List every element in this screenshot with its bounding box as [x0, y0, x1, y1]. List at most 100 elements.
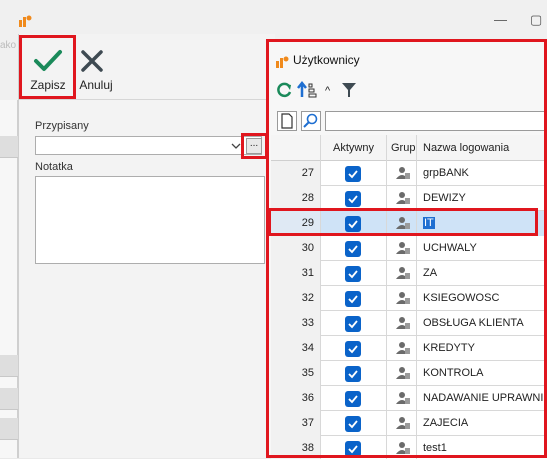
new-document-icon	[281, 113, 293, 129]
group-user-icon	[396, 342, 410, 354]
active-cell	[321, 361, 387, 386]
users-title: Użytkownicy	[293, 53, 360, 67]
group-cell	[387, 186, 417, 211]
row-number: 33	[271, 311, 321, 336]
maximize-icon[interactable]: ▢	[530, 12, 542, 28]
row-number: 32	[271, 286, 321, 311]
login-name-text: test1	[423, 442, 447, 454]
table-row[interactable]: 34 KREDYTY	[271, 336, 547, 361]
group-cell	[387, 361, 417, 386]
checkbox-checked-icon[interactable]	[345, 416, 361, 432]
minimize-icon[interactable]: —	[494, 12, 507, 27]
save-button[interactable]: Zapisz	[21, 44, 75, 96]
header-group[interactable]: Grup	[387, 135, 417, 161]
active-cell	[321, 161, 387, 186]
group-user-icon	[396, 417, 410, 429]
checkbox-checked-icon[interactable]	[345, 241, 361, 257]
search-row	[277, 111, 547, 131]
login-name-cell: ZAJECIA	[417, 411, 547, 436]
header-login-name[interactable]: Nazwa logowania	[417, 135, 547, 161]
group-user-icon	[396, 367, 410, 379]
active-cell	[321, 386, 387, 411]
table-row[interactable]: 38 test1	[271, 436, 547, 459]
table-row[interactable]: 35 KONTROLA	[271, 361, 547, 386]
row-number: 34	[271, 336, 321, 361]
group-cell	[387, 411, 417, 436]
active-cell	[321, 236, 387, 261]
login-name-text: grpBANK	[423, 167, 469, 179]
checkbox-checked-icon[interactable]	[345, 441, 361, 457]
row-number: 38	[271, 436, 321, 459]
search-icon	[303, 113, 318, 128]
row-number: 27	[271, 161, 321, 186]
table-row[interactable]: 29 IT	[271, 211, 547, 236]
save-label: Zapisz	[30, 78, 66, 92]
new-button[interactable]	[277, 111, 297, 131]
header-active[interactable]: Aktywny	[321, 135, 387, 161]
login-name-text: NADAWANIE UPRAWNIEŃ	[423, 392, 547, 404]
table-row[interactable]: 33 OBSŁUGA KLIENTA	[271, 311, 547, 336]
refresh-icon[interactable]	[275, 81, 293, 99]
group-user-icon	[396, 442, 410, 454]
active-cell	[321, 261, 387, 286]
row-number: 28	[271, 186, 321, 211]
table-row[interactable]: 36 NADAWANIE UPRAWNIEŃ	[271, 386, 547, 411]
checkbox-checked-icon[interactable]	[345, 391, 361, 407]
group-user-icon	[396, 267, 410, 279]
search-button[interactable]	[301, 111, 321, 131]
users-logo-icon	[276, 56, 289, 68]
login-name-text: UCHWALY	[423, 242, 477, 254]
faded-window-label: ako	[0, 40, 17, 51]
checkbox-checked-icon[interactable]	[345, 291, 361, 307]
checkbox-checked-icon[interactable]	[345, 216, 361, 232]
login-name-cell: ZA	[417, 261, 547, 286]
group-user-icon	[396, 217, 410, 229]
login-name-cell: grpBANK	[417, 161, 547, 186]
form-toolbar: Zapisz Anuluj	[19, 34, 276, 100]
app-logo-icon	[19, 15, 32, 27]
background-left-panel	[0, 100, 18, 458]
group-cell	[387, 386, 417, 411]
checkbox-checked-icon[interactable]	[345, 366, 361, 382]
checkbox-checked-icon[interactable]	[345, 266, 361, 282]
row-number: 31	[271, 261, 321, 286]
assigned-combo[interactable]	[35, 136, 262, 155]
row-number: 35	[271, 361, 321, 386]
group-user-icon	[396, 292, 410, 304]
table-row[interactable]: 30 UCHWALY	[271, 236, 547, 261]
note-textarea[interactable]	[35, 176, 265, 264]
table-row[interactable]: 28 DEWIZY	[271, 186, 547, 211]
sort-icon[interactable]	[297, 81, 317, 99]
checkbox-checked-icon[interactable]	[345, 316, 361, 332]
assigned-browse-button[interactable]: ...	[246, 138, 262, 154]
background-cell	[0, 355, 18, 377]
filter-icon[interactable]	[341, 81, 357, 99]
row-number: 36	[271, 386, 321, 411]
login-name-cell: IT	[417, 211, 547, 236]
group-cell	[387, 286, 417, 311]
group-cell	[387, 211, 417, 236]
group-cell	[387, 336, 417, 361]
cancel-label: Anuluj	[79, 78, 113, 92]
sort-caret-icon[interactable]: ^	[325, 85, 330, 97]
search-input[interactable]	[325, 111, 547, 131]
table-row[interactable]: 32 KSIEGOWOSC	[271, 286, 547, 311]
cancel-button[interactable]: Anuluj	[69, 44, 123, 96]
login-name-cell: UCHWALY	[417, 236, 547, 261]
table-row[interactable]: 27 grpBANK	[271, 161, 547, 186]
background-cell	[0, 388, 18, 410]
header-rownum	[271, 135, 321, 161]
login-name-text: KREDYTY	[423, 342, 475, 354]
checkbox-checked-icon[interactable]	[345, 341, 361, 357]
table-row[interactable]: 31 ZA	[271, 261, 547, 286]
checkbox-checked-icon[interactable]	[345, 166, 361, 182]
active-cell	[321, 336, 387, 361]
active-cell	[321, 211, 387, 236]
users-grid: Aktywny Grup Nazwa logowania 27 grpBANK 28…	[271, 135, 547, 459]
table-row[interactable]: 37 ZAJECIA	[271, 411, 547, 436]
login-name-cell: KSIEGOWOSC	[417, 286, 547, 311]
group-cell	[387, 161, 417, 186]
login-name-cell: KONTROLA	[417, 361, 547, 386]
checkbox-checked-icon[interactable]	[345, 191, 361, 207]
group-cell	[387, 236, 417, 261]
